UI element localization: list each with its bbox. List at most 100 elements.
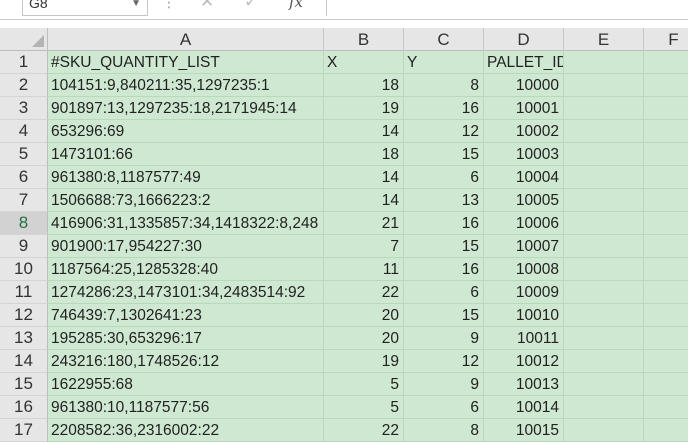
cell-A6[interactable]: 961380:8,1187577:49 [48, 166, 324, 189]
cell-B2[interactable]: 18 [324, 74, 404, 97]
cell-C9[interactable]: 15 [404, 235, 484, 258]
cell-F4[interactable] [644, 120, 688, 143]
cell-F15[interactable] [644, 373, 688, 396]
row-header-14[interactable]: 14 [0, 350, 48, 373]
cell-E3[interactable] [564, 97, 644, 120]
chevron-down-icon[interactable]: ▼ [131, 0, 141, 12]
cell-C8[interactable]: 16 [404, 212, 484, 235]
name-box[interactable]: G8 ▼ [22, 0, 148, 16]
cell-F11[interactable] [644, 281, 688, 304]
cell-F7[interactable] [644, 189, 688, 212]
cell-F3[interactable] [644, 97, 688, 120]
cell-B16[interactable]: 5 [324, 396, 404, 419]
row-header-1[interactable]: 1 [0, 51, 48, 74]
cell-E15[interactable] [564, 373, 644, 396]
cell-E8[interactable] [564, 212, 644, 235]
cell-A5[interactable]: 1473101:66 [48, 143, 324, 166]
cell-C14[interactable]: 12 [404, 350, 484, 373]
cell-C2[interactable]: 8 [404, 74, 484, 97]
cell-E17[interactable] [564, 419, 644, 442]
cell-C3[interactable]: 16 [404, 97, 484, 120]
cell-F9[interactable] [644, 235, 688, 258]
cell-C7[interactable]: 13 [404, 189, 484, 212]
cell-E4[interactable] [564, 120, 644, 143]
row-header-4[interactable]: 4 [0, 120, 48, 143]
cell-A1[interactable]: #SKU_QUANTITY_LIST [48, 51, 324, 74]
cell-A17[interactable]: 2208582:36,2316002:22 [48, 419, 324, 442]
row-header-7[interactable]: 7 [0, 189, 48, 212]
cell-A11[interactable]: 1274286:23,1473101:34,2483514:92 [48, 281, 324, 304]
cell-C1[interactable]: Y [404, 51, 484, 74]
cell-A16[interactable]: 961380:10,1187577:56 [48, 396, 324, 419]
cell-C5[interactable]: 15 [404, 143, 484, 166]
cell-E7[interactable] [564, 189, 644, 212]
cell-A8[interactable]: 416906:31,1335857:34,1418322:8,248 [48, 212, 324, 235]
select-all-corner[interactable] [0, 28, 48, 51]
column-header-b[interactable]: B [324, 28, 404, 51]
cell-D9[interactable]: 10007 [484, 235, 564, 258]
cell-B10[interactable]: 11 [324, 258, 404, 281]
cell-B12[interactable]: 20 [324, 304, 404, 327]
cell-D5[interactable]: 10003 [484, 143, 564, 166]
cell-B1[interactable]: X [324, 51, 404, 74]
cell-E2[interactable] [564, 74, 644, 97]
row-header-8[interactable]: 8 [0, 212, 48, 235]
cell-F1[interactable] [644, 51, 688, 74]
cell-B8[interactable]: 21 [324, 212, 404, 235]
cell-A13[interactable]: 195285:30,653296:17 [48, 327, 324, 350]
cell-B4[interactable]: 14 [324, 120, 404, 143]
row-header-11[interactable]: 11 [0, 281, 48, 304]
cell-D8[interactable]: 10006 [484, 212, 564, 235]
column-header-d[interactable]: D [484, 28, 564, 51]
cell-E5[interactable] [564, 143, 644, 166]
cell-E12[interactable] [564, 304, 644, 327]
cell-E16[interactable] [564, 396, 644, 419]
cell-C15[interactable]: 9 [404, 373, 484, 396]
cell-D7[interactable]: 10005 [484, 189, 564, 212]
row-header-5[interactable]: 5 [0, 143, 48, 166]
cell-F5[interactable] [644, 143, 688, 166]
column-header-c[interactable]: C [404, 28, 484, 51]
cell-D14[interactable]: 10012 [484, 350, 564, 373]
row-header-2[interactable]: 2 [0, 74, 48, 97]
row-header-10[interactable]: 10 [0, 258, 48, 281]
cell-C16[interactable]: 6 [404, 396, 484, 419]
cell-F6[interactable] [644, 166, 688, 189]
cell-D13[interactable]: 10011 [484, 327, 564, 350]
column-header-a[interactable]: A [48, 28, 324, 51]
cell-A9[interactable]: 901900:17,954227:30 [48, 235, 324, 258]
cell-B9[interactable]: 7 [324, 235, 404, 258]
cell-D3[interactable]: 10001 [484, 97, 564, 120]
cell-C10[interactable]: 16 [404, 258, 484, 281]
column-header-f[interactable]: F [644, 28, 688, 51]
cell-B13[interactable]: 20 [324, 327, 404, 350]
cell-C4[interactable]: 12 [404, 120, 484, 143]
cell-E10[interactable] [564, 258, 644, 281]
cell-C12[interactable]: 15 [404, 304, 484, 327]
cell-D4[interactable]: 10002 [484, 120, 564, 143]
cell-A7[interactable]: 1506688:73,1666223:2 [48, 189, 324, 212]
cell-D1[interactable]: PALLET_ID [484, 51, 564, 74]
cell-E6[interactable] [564, 166, 644, 189]
insert-function-icon[interactable]: fx [289, 0, 303, 11]
cell-D11[interactable]: 10009 [484, 281, 564, 304]
cell-C13[interactable]: 9 [404, 327, 484, 350]
cell-C6[interactable]: 6 [404, 166, 484, 189]
cell-E9[interactable] [564, 235, 644, 258]
cell-A10[interactable]: 1187564:25,1285328:40 [48, 258, 324, 281]
cell-A3[interactable]: 901897:13,1297235:18,2171945:14 [48, 97, 324, 120]
enter-icon[interactable]: ✓ [244, 0, 258, 12]
cell-E13[interactable] [564, 327, 644, 350]
cell-A4[interactable]: 653296:69 [48, 120, 324, 143]
cell-B15[interactable]: 5 [324, 373, 404, 396]
cell-F13[interactable] [644, 327, 688, 350]
row-header-9[interactable]: 9 [0, 235, 48, 258]
formula-input[interactable] [326, 0, 688, 16]
cell-D10[interactable]: 10008 [484, 258, 564, 281]
formula-bar-grip-icon[interactable]: ⋮ [162, 0, 176, 11]
cell-D15[interactable]: 10013 [484, 373, 564, 396]
cell-A12[interactable]: 746439:7,1302641:23 [48, 304, 324, 327]
row-header-15[interactable]: 15 [0, 373, 48, 396]
cell-F8[interactable] [644, 212, 688, 235]
cancel-icon[interactable]: ✕ [200, 0, 214, 12]
